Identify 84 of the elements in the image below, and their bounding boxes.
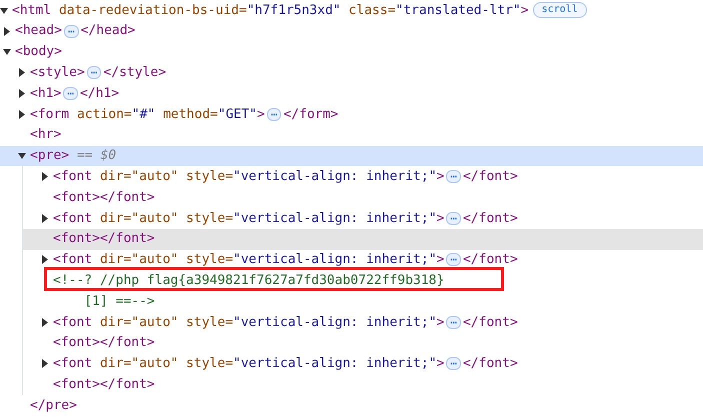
expanded-triangle-icon[interactable] bbox=[18, 151, 26, 160]
markup-token: "vertical-align: inherit;" bbox=[233, 210, 437, 228]
expanded-triangle-icon[interactable] bbox=[0, 6, 8, 15]
markup-token: > bbox=[436, 210, 444, 228]
collapsed-triangle-icon[interactable] bbox=[18, 68, 26, 78]
markup-token: <hr> bbox=[30, 126, 62, 144]
markup-token: <form bbox=[30, 106, 70, 124]
markup-token: "GET" bbox=[218, 106, 258, 124]
markup-token: == $0 bbox=[76, 147, 116, 166]
collapsed-triangle-icon[interactable] bbox=[41, 255, 49, 264]
tree-row[interactable]: <font></font> bbox=[23, 228, 703, 250]
html-comment: <!--? //php flag{a3949821f7627a7fd30ab0722ff9b318} bbox=[53, 272, 444, 290]
markup-token: </font> bbox=[462, 210, 518, 228]
markup-token: </font> bbox=[462, 251, 518, 270]
markup-token: </h1> bbox=[80, 84, 120, 103]
markup-token: </style> bbox=[103, 64, 166, 82]
markup-token: > bbox=[257, 106, 265, 124]
markup-token: style= bbox=[185, 251, 234, 270]
markup-token: <font bbox=[53, 168, 92, 186]
markup-token: <style> bbox=[30, 64, 85, 82]
markup-token: <font></font> bbox=[53, 188, 155, 207]
markup-token: "h7f1r5n3xd" bbox=[246, 2, 341, 20]
markup-token: data-redeviation-bs-uid= bbox=[58, 2, 247, 20]
markup-token: </pre> bbox=[30, 396, 77, 415]
markup-token: style= bbox=[185, 168, 234, 186]
markup-token: </font> bbox=[462, 168, 518, 186]
expand-ellipsis-button[interactable]: ⋯ bbox=[64, 24, 79, 38]
markup-token: "#" bbox=[132, 106, 156, 124]
markup-token: > bbox=[436, 251, 444, 270]
markup-token: </font> bbox=[462, 355, 518, 374]
markup-token: "vertical-align: inherit;" bbox=[233, 314, 437, 332]
expand-ellipsis-button[interactable]: ⋯ bbox=[446, 170, 461, 184]
expand-ellipsis-button[interactable]: ⋯ bbox=[446, 212, 461, 225]
markup-token: dir="auto" bbox=[98, 251, 178, 270]
markup-token: </form> bbox=[283, 106, 338, 124]
collapsed-triangle-icon[interactable] bbox=[41, 359, 49, 368]
markup-token: class= bbox=[348, 2, 396, 20]
tree-row[interactable]: <pre> == $0 bbox=[0, 146, 703, 166]
collapsed-triangle-icon[interactable] bbox=[3, 26, 11, 36]
expand-ellipsis-button[interactable]: ⋯ bbox=[266, 108, 282, 121]
expand-ellipsis-button[interactable]: ⋯ bbox=[63, 87, 78, 100]
markup-token: <font bbox=[53, 210, 92, 228]
expand-ellipsis-button[interactable]: ⋯ bbox=[86, 66, 102, 80]
markup-token: style= bbox=[185, 314, 234, 332]
markup-token: <html bbox=[12, 2, 52, 20]
markup-token: <head> bbox=[15, 22, 62, 40]
markup-token: method= bbox=[162, 106, 218, 124]
markup-token: <font bbox=[53, 251, 92, 270]
markup-token: > bbox=[436, 314, 444, 332]
markup-token: </font> bbox=[462, 314, 518, 332]
collapsed-triangle-icon[interactable] bbox=[18, 89, 26, 98]
markup-token: <font></font> bbox=[53, 230, 155, 248]
markup-token: <font bbox=[53, 314, 92, 332]
markup-token: dir="auto" bbox=[98, 168, 178, 186]
expand-ellipsis-button[interactable]: ⋯ bbox=[446, 253, 461, 266]
markup-token: <pre> bbox=[30, 147, 70, 166]
markup-token: "translated-ltr" bbox=[396, 2, 521, 20]
markup-token: > bbox=[520, 2, 529, 20]
markup-token: dir="auto" bbox=[98, 314, 178, 332]
expand-ellipsis-button[interactable]: ⋯ bbox=[446, 357, 461, 370]
expand-ellipsis-button[interactable]: ⋯ bbox=[446, 316, 461, 329]
markup-token: dir="auto" bbox=[98, 355, 178, 374]
collapsed-triangle-icon[interactable] bbox=[41, 172, 49, 182]
markup-token: "vertical-align: inherit;" bbox=[233, 251, 437, 270]
markup-token: style= bbox=[185, 355, 234, 374]
markup-token: > bbox=[436, 355, 444, 374]
markup-token: </head> bbox=[80, 22, 136, 40]
markup-token: <h1> bbox=[30, 84, 62, 103]
html-comment: [1] ==--> bbox=[83, 292, 155, 311]
collapsed-triangle-icon[interactable] bbox=[41, 214, 49, 223]
markup-token: <font></font> bbox=[53, 334, 155, 352]
markup-token: <font></font> bbox=[53, 376, 155, 394]
markup-token: style= bbox=[185, 210, 234, 228]
markup-token: action= bbox=[76, 106, 132, 124]
markup-token: > bbox=[436, 168, 444, 186]
collapsed-triangle-icon[interactable] bbox=[18, 110, 26, 119]
expanded-triangle-icon[interactable] bbox=[3, 47, 11, 56]
scroll-badge[interactable]: scroll bbox=[532, 2, 587, 18]
markup-token: <font bbox=[53, 355, 92, 374]
markup-token: dir="auto" bbox=[98, 210, 178, 228]
markup-token: "vertical-align: inherit;" bbox=[233, 168, 437, 186]
markup-token: <body> bbox=[15, 43, 62, 62]
collapsed-triangle-icon[interactable] bbox=[41, 318, 49, 327]
markup-token: "vertical-align: inherit;" bbox=[233, 355, 437, 374]
